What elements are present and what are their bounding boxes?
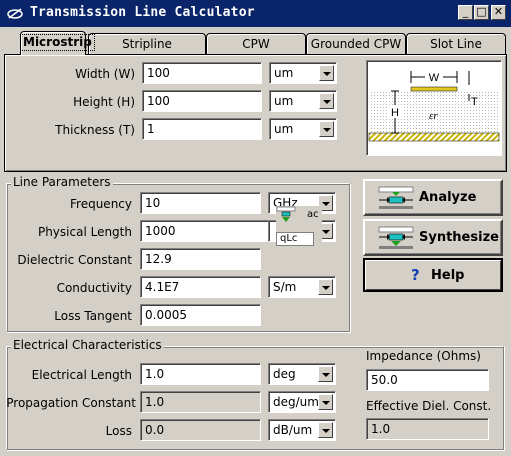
synthesize-mini-icon	[276, 206, 296, 222]
width-unit-value: um	[274, 66, 294, 80]
physical-length-input[interactable]: 1000	[140, 220, 272, 242]
tab-microstrip[interactable]: Microstrip	[20, 31, 95, 55]
chevron-down-icon[interactable]	[319, 121, 334, 137]
physical-length-label: Physical Length	[37, 225, 132, 239]
tab-cpw-label: CPW	[242, 37, 270, 51]
maximize-button[interactable]: □	[474, 5, 489, 20]
close-button[interactable]: ✕	[491, 5, 506, 20]
overlay-artifact: ac qLc	[276, 206, 322, 246]
analyze-button[interactable]: Analyze	[363, 179, 503, 216]
chevron-down-icon[interactable]	[318, 279, 333, 295]
tab-cpw[interactable]: CPW	[206, 33, 306, 55]
help-icon: ?	[411, 266, 420, 284]
conductivity-unit-value: S/m	[273, 280, 297, 294]
synthesize-icon	[378, 226, 414, 249]
propagation-constant-value: 1.0	[140, 391, 261, 413]
synthesize-button-label: Synthesize	[419, 230, 499, 245]
tab-stripline-label: Stripline	[122, 37, 172, 51]
width-input[interactable]: 100	[142, 62, 262, 84]
help-button[interactable]: ? Help	[363, 258, 503, 292]
tab-grounded-cpw[interactable]: Grounded CPW	[306, 33, 406, 55]
thickness-input[interactable]: 1	[142, 118, 262, 140]
conductivity-unit-select[interactable]: S/m	[268, 276, 336, 298]
chevron-down-icon[interactable]	[318, 366, 333, 382]
tab-slot-line[interactable]: Slot Line	[406, 33, 506, 55]
title-bar: Transmission Line Calculator _ □ ✕	[0, 0, 511, 27]
chevron-down-icon[interactable]	[319, 93, 334, 109]
conductivity-input[interactable]: 4.1E7	[140, 276, 261, 298]
analyze-button-label: Analyze	[419, 190, 477, 205]
chevron-down-icon[interactable]	[319, 65, 334, 81]
thickness-unit-select[interactable]: um	[269, 118, 337, 140]
electrical-characteristics-legend: Electrical Characteristics	[11, 338, 164, 352]
minimize-button[interactable]: _	[458, 5, 473, 20]
height-input[interactable]: 100	[142, 90, 262, 112]
height-unit-value: um	[274, 94, 294, 108]
loss-value: 0.0	[140, 419, 261, 441]
tab-grounded-cpw-label: Grounded CPW	[310, 37, 402, 51]
dielectric-constant-input[interactable]: 12.9	[140, 248, 261, 270]
impedance-input[interactable]: 50.0	[366, 369, 489, 391]
synthesize-button[interactable]: Synthesize	[363, 219, 503, 256]
microstrip-diagram-svg: W T H εr	[368, 70, 500, 142]
loss-unit-value: dB/um	[273, 423, 313, 437]
height-unit-select[interactable]: um	[269, 90, 337, 112]
chevron-down-icon[interactable]	[318, 394, 333, 410]
effective-diel-value: 1.0	[366, 418, 489, 440]
electrical-length-unit-value: deg	[273, 367, 296, 381]
tab-microstrip-label: Microstrip	[20, 34, 95, 51]
conductivity-label: Conductivity	[56, 281, 132, 295]
loss-tangent-label: Loss Tangent	[54, 309, 132, 323]
thickness-unit-value: um	[274, 122, 294, 136]
electrical-length-input[interactable]: 1.0	[140, 363, 261, 385]
electrical-length-label: Electrical Length	[31, 368, 132, 382]
help-button-label: Help	[431, 268, 465, 283]
diagram-t-label: T	[471, 96, 478, 108]
dielectric-constant-label: Dielectric Constant	[17, 253, 132, 267]
app-icon	[7, 8, 23, 19]
chevron-down-icon[interactable]	[318, 422, 333, 438]
tab-slot-line-label: Slot Line	[430, 37, 482, 51]
loss-label: Loss	[105, 424, 132, 438]
line-parameters-legend: Line Parameters	[11, 175, 113, 189]
diagram-w-label: W	[429, 72, 440, 84]
loss-unit-select[interactable]: dB/um	[268, 419, 336, 441]
thickness-label: Thickness (T)	[55, 123, 135, 137]
tab-stripline[interactable]: Stripline	[88, 33, 206, 55]
frequency-label: Frequency	[70, 197, 132, 211]
effective-diel-label: Effective Diel. Const.	[366, 399, 492, 413]
impedance-label: Impedance (Ohms)	[366, 349, 481, 363]
frequency-input[interactable]: 10	[140, 192, 261, 214]
propagation-constant-label: Propagation Constant	[6, 396, 136, 410]
height-label: Height (H)	[73, 95, 135, 109]
window-title: Transmission Line Calculator	[30, 5, 255, 20]
diagram-h-label: H	[391, 107, 399, 119]
loss-tangent-input[interactable]: 0.0005	[140, 304, 261, 326]
width-label: Width (W)	[75, 67, 135, 81]
overlay-text-b: qLc	[276, 232, 314, 246]
propagation-constant-unit-value: deg/um	[273, 395, 319, 409]
propagation-constant-unit-select[interactable]: deg/um	[268, 391, 336, 413]
microstrip-diagram: W T H εr	[366, 60, 502, 156]
electrical-length-unit-select[interactable]: deg	[268, 363, 336, 385]
width-unit-select[interactable]: um	[269, 62, 337, 84]
overlay-text-a: ac	[307, 209, 319, 220]
analyze-icon	[378, 186, 414, 209]
diagram-er-label: εr	[429, 110, 438, 122]
